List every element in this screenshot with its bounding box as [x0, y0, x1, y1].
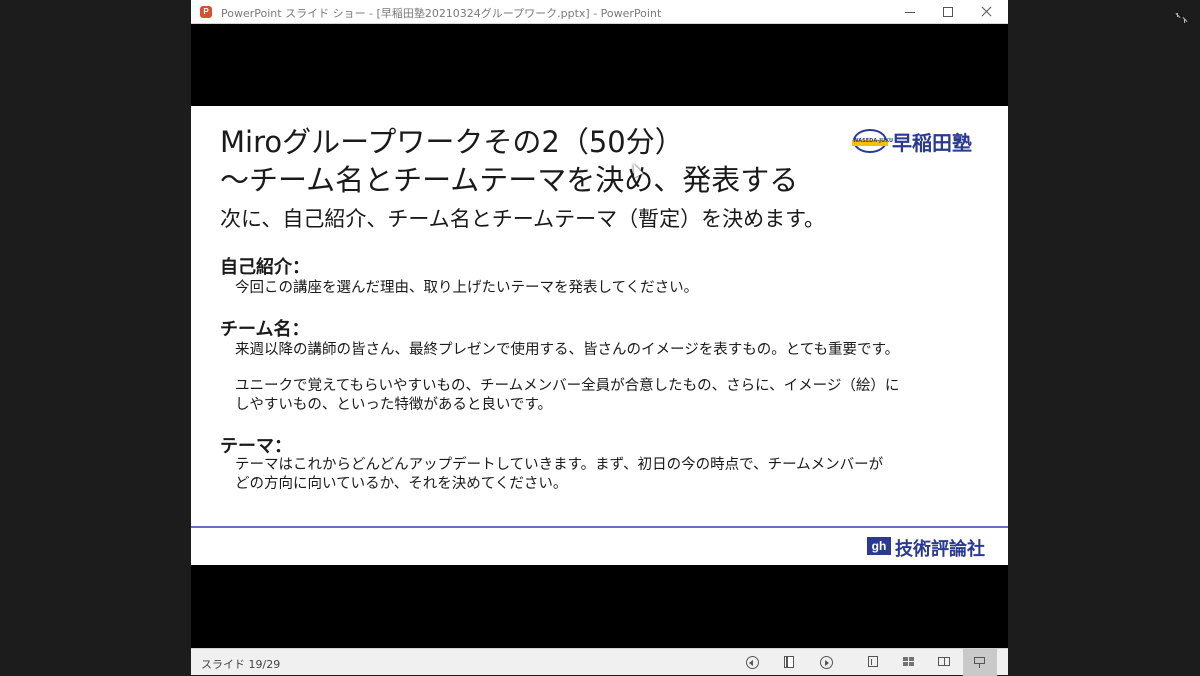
section-text-theme-1: テーマはこれからどんどんアップデートしていきます。まず、初日の今の時点で、チーム… [235, 457, 884, 473]
gihyo-logo-text: 技術評論社 [895, 539, 985, 560]
slide-counter: スライド 19/29 [201, 658, 281, 671]
slide-subtitle: 次に、自己紹介、チーム名とチームテーマ（暫定）を決めます。 [220, 207, 826, 231]
section-heading-intro: 自己紹介： [220, 257, 310, 278]
reading-view-icon [938, 657, 950, 666]
exit-fullscreen-button[interactable] [1173, 10, 1189, 26]
slide-canvas[interactable]: Miroグループワークその2（50分） ～チーム名とチームテーマを決め、発表する… [191, 106, 1008, 565]
slide-menu-button[interactable] [781, 654, 797, 670]
close-button[interactable] [968, 0, 1008, 24]
next-icon [825, 660, 829, 666]
section-text-team-name-3: しやすいもの、といった特徴があると良いです。 [235, 397, 552, 413]
section-text-team-name-1: 来週以降の講師の皆さん、最終プレゼンで使用する、皆さんのイメージを表すもの。とて… [235, 342, 900, 358]
normal-view-button[interactable] [865, 654, 881, 670]
maximize-icon [943, 7, 953, 17]
globe-icon: WASEDA-JUKU [852, 129, 893, 153]
footer-divider [191, 526, 1008, 528]
slide-title-line2: ～チーム名とチームテーマを決め、発表する [220, 163, 799, 197]
section-heading-team-name: チーム名： [220, 319, 310, 340]
window-title: PowerPoint スライド ショー - [早稲田塾20210324グループワ… [221, 7, 662, 20]
section-text-team-name-2: ユニークで覚えてもらいやすいもの、チームメンバー全員が合意したもの、さらに、イメ… [235, 378, 900, 394]
gihyo-mark-icon: gh [867, 537, 891, 555]
section-text-intro-1: 今回この講座を選んだ理由、取り上げたいテーマを発表してください。 [235, 280, 699, 296]
minimize-icon [905, 12, 915, 13]
powerpoint-icon: P [200, 6, 212, 18]
presentation-window: P PowerPoint スライド ショー - [早稲田塾20210324グルー… [191, 0, 1008, 676]
reading-view-button[interactable] [936, 654, 952, 670]
next-button[interactable] [820, 656, 833, 669]
maximize-button[interactable] [929, 0, 969, 24]
status-bar: スライド 19/29 [191, 648, 1008, 676]
previous-icon [749, 660, 753, 666]
logo-globe-text: WASEDA-JUKU [853, 138, 894, 144]
minimize-button[interactable] [891, 0, 931, 24]
section-text-theme-2: どの方向に向いているか、それを決めてください。 [235, 476, 568, 492]
slide-menu-icon [784, 656, 794, 668]
slideshow-icon [974, 657, 985, 668]
slide-title-line1: Miroグループワークその2（50分） [220, 125, 684, 159]
slide-sorter-icon [903, 657, 914, 666]
logo-text: 早稲田塾 [892, 131, 972, 155]
previous-button[interactable] [746, 656, 759, 669]
slide-title: Miroグループワークその2（50分） ～チーム名とチームテーマを決め、発表する [220, 123, 798, 199]
section-heading-theme: テーマ： [220, 436, 292, 457]
title-bar: P PowerPoint スライド ショー - [早稲田塾20210324グルー… [191, 0, 1008, 24]
gihyo-logo: gh 技術評論社 [867, 535, 997, 560]
waseda-juku-logo: WASEDA-JUKU 早稲田塾 [852, 126, 975, 156]
normal-view-icon [868, 656, 878, 667]
slideshow-button[interactable] [963, 649, 997, 676]
slide-sorter-button[interactable] [901, 654, 917, 670]
